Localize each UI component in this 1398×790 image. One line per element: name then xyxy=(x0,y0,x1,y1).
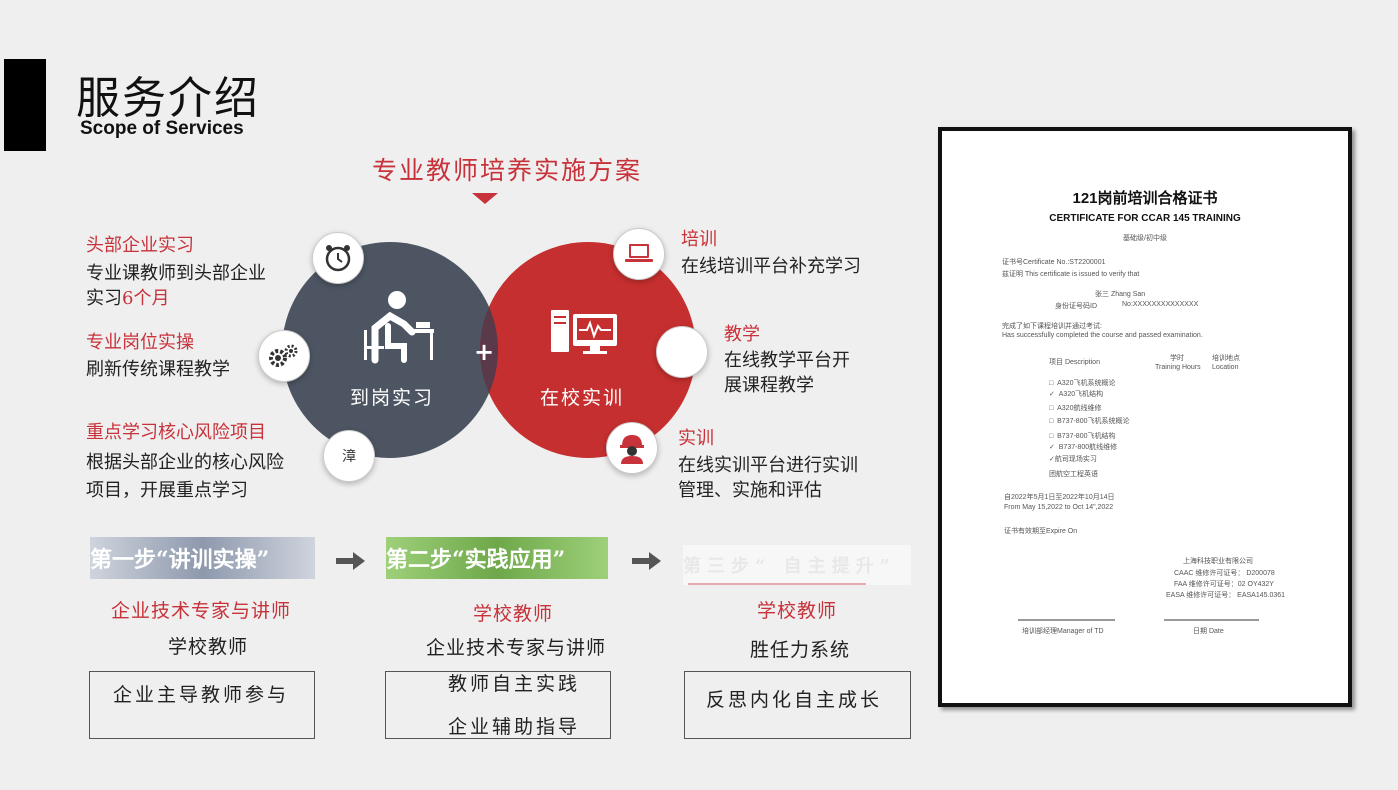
step-2-box-text-2: 企业辅助指导 xyxy=(448,716,581,738)
character-icon: 漳 xyxy=(323,430,375,482)
plus-sign: + xyxy=(474,338,494,366)
title-accent-bar xyxy=(4,59,46,151)
left-item-3-title: 重点学习核心风险项目 xyxy=(86,422,266,443)
certificate-title: 121岗前培训合格证书 xyxy=(1072,190,1218,207)
certificate-date-cn: 自2022年5月1日至2022年10月14日 xyxy=(1004,494,1115,501)
certificate-name: 张三 Zhang San xyxy=(1095,291,1146,298)
step-3-box-text: 反思内化自主成长 xyxy=(706,689,883,711)
certificate-caac: CAAC 维修许可证号： D200078 xyxy=(1174,570,1275,577)
laptop-icon xyxy=(613,228,665,280)
left-item-3-line2: 项目，开展重点学习 xyxy=(86,480,248,501)
certificate-id-number: No:XXXXXXXXXXXXXX xyxy=(1122,301,1199,308)
worker-helmet-icon xyxy=(606,422,658,474)
step-2-participant: 企业技术专家与讲师 xyxy=(426,637,607,659)
right-item-3-line2: 管理、实施和评估 xyxy=(678,480,822,501)
certificate-faa: FAA 维修许可证号：02 OY432Y xyxy=(1174,581,1274,588)
course-row: □ A320航线维修 xyxy=(1049,405,1102,412)
certificate-completed-cn: 完成了如下课程培训并通过考试: xyxy=(1002,323,1102,330)
signature-line xyxy=(1018,619,1115,621)
step-2-banner: 第二步“实践应用” xyxy=(386,537,608,579)
step-1-participant: 学校教师 xyxy=(168,636,249,658)
left-item-2-title: 专业岗位实操 xyxy=(86,332,194,353)
arrow-right-icon xyxy=(336,552,365,570)
left-item-3-line1: 根据头部企业的核心风险 xyxy=(86,452,284,473)
circle-left-label: 到岗实习 xyxy=(350,387,434,409)
certificate-manager: 培训部经理Manager of TD xyxy=(1022,628,1104,635)
page-title: 服务介绍 xyxy=(76,73,260,124)
course-row: ✓航司现场实习 xyxy=(1049,456,1097,463)
left-item-2-line1: 刷新传统课程教学 xyxy=(86,359,230,380)
step-3-banner: 第三步“ 自主提升” xyxy=(683,545,911,585)
step-3-underline xyxy=(688,583,866,585)
certificate-image: 121岗前培训合格证书 CERTIFICATE FOR CCAR 145 TRA… xyxy=(938,127,1352,707)
right-item-3-line1: 在线实训平台进行实训 xyxy=(678,455,858,476)
certificate-id-label: 身份证号码ID xyxy=(1055,303,1097,310)
certificate-expire: 证书有效期至Expire On xyxy=(1004,528,1078,535)
certificate-date-label: 日期 Date xyxy=(1193,628,1224,635)
certificate-col-loc-en: Location xyxy=(1212,364,1239,371)
plan-title: 专业教师培养实施方案 xyxy=(372,156,643,185)
left-item-1-line1: 专业课教师到头部企业 xyxy=(86,263,266,284)
certificate-subtitle: CERTIFICATE FOR CCAR 145 TRAINING xyxy=(1049,213,1241,224)
step-3-participant: 胜任力系统 xyxy=(750,639,851,661)
step-2-role: 学校教师 xyxy=(473,603,554,625)
step-2-box-text-1: 教师自主实践 xyxy=(448,673,581,695)
course-row: ✓ A320飞机结构 xyxy=(1049,391,1104,398)
left-item-1-line2: 实习6个月 xyxy=(86,288,170,309)
right-item-1-title: 培训 xyxy=(681,229,717,250)
course-row: □ B737-800飞机结构 xyxy=(1049,433,1116,440)
course-row: 团航空工程英语 xyxy=(1049,471,1098,478)
course-row: □ B737-800飞机系统概论 xyxy=(1049,418,1130,425)
certificate-number: 证书号Certificate No.:ST2200001 xyxy=(1002,259,1106,266)
alarm-clock-icon xyxy=(312,232,364,284)
step-1-banner: 第一步“讲训实操” xyxy=(90,537,315,579)
step-3-role: 学校教师 xyxy=(757,600,838,622)
certificate-issued: 兹证明 This certificate is issued to verify… xyxy=(1002,271,1140,278)
course-row: ✓ B737-800航线维修 xyxy=(1049,444,1118,451)
certificate-easa: EASA 维修许可证号： EASA145.0361 xyxy=(1166,592,1286,599)
circle-left xyxy=(282,242,498,458)
right-item-3-title: 实训 xyxy=(678,428,714,449)
arrow-right-icon xyxy=(632,552,661,570)
right-item-2-line2: 展课程教学 xyxy=(724,375,814,396)
certificate-col-hours-en: Training Hours xyxy=(1155,364,1201,371)
circle-right-label: 在校实训 xyxy=(540,387,624,409)
gears-icon xyxy=(258,330,310,382)
step-1-role: 企业技术专家与讲师 xyxy=(111,600,292,622)
certificate-company: 上海科技职业有限公司 xyxy=(1183,558,1253,565)
certificate-col-item: 项目 Description xyxy=(1049,359,1100,366)
right-item-1-line1: 在线培训平台补充学习 xyxy=(681,256,861,277)
plan-arrow-icon xyxy=(472,193,498,204)
course-row: □ A320飞机系统概论 xyxy=(1049,380,1116,387)
step-1-box-text: 企业主导教师参与 xyxy=(113,684,290,706)
certificate-date-en: From May 15,2022 to Oct 14",2022 xyxy=(1004,504,1114,511)
teaching-icon xyxy=(656,326,708,378)
certificate-col-hours-cn: 学时 xyxy=(1170,355,1184,362)
certificate-completed-en: Has successfully completed the course an… xyxy=(1002,332,1203,339)
certificate-type: 基础级/初中级 xyxy=(1123,235,1167,242)
right-item-2-line1: 在线教学平台开 xyxy=(724,350,850,371)
certificate-col-loc-cn: 培训地点 xyxy=(1212,355,1240,362)
signature-line xyxy=(1164,619,1259,621)
left-item-1-title: 头部企业实习 xyxy=(86,235,194,256)
right-item-2-title: 教学 xyxy=(724,324,760,345)
page-subtitle: Scope of Services xyxy=(80,118,244,139)
